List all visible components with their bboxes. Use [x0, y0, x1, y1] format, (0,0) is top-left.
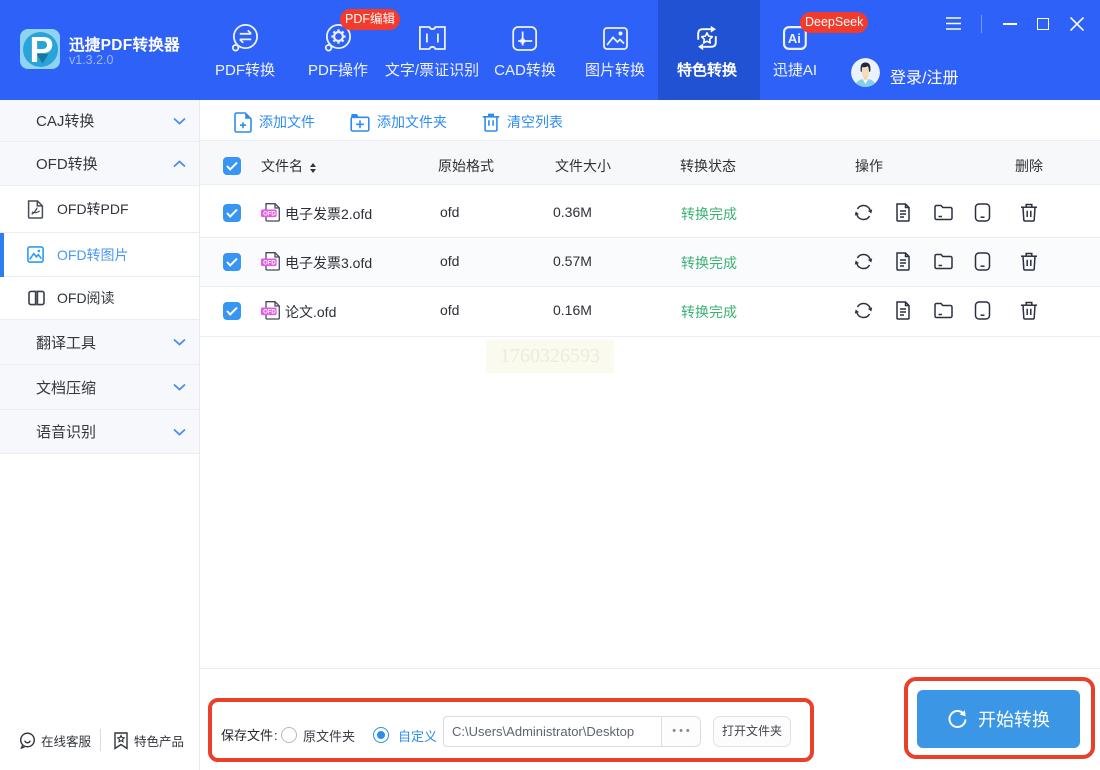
svg-text:Ai: Ai — [788, 31, 801, 46]
svg-text:OFD: OFD — [263, 309, 276, 315]
svg-text:OFD: OFD — [263, 211, 276, 217]
svg-text:P: P — [30, 29, 54, 69]
svg-text:OFD: OFD — [263, 260, 276, 266]
